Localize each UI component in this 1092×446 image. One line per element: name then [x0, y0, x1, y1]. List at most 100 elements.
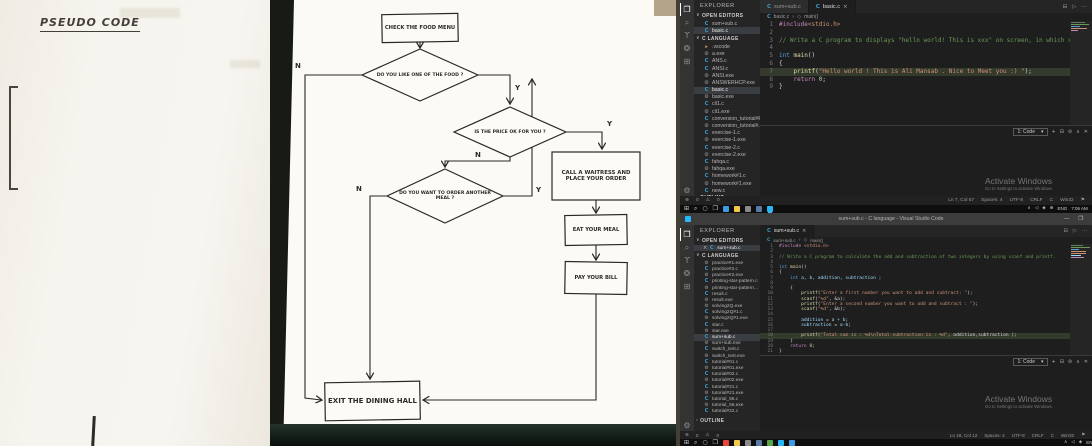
eol[interactable]: CRLF: [1032, 433, 1044, 438]
kill-terminal-icon[interactable]: ⊘: [1068, 129, 1072, 135]
app-icon[interactable]: [789, 440, 795, 446]
tab-sum-sub[interactable]: Csum+sub.c: [760, 0, 809, 13]
more-actions-icon[interactable]: ⋯: [1082, 4, 1088, 10]
warnings-icon[interactable]: ⚠: [705, 433, 709, 438]
tray-chevron-icon[interactable]: ∧: [1064, 440, 1067, 445]
outline-section-header[interactable]: ›OUTLINE: [694, 416, 760, 425]
tab-sum-sub[interactable]: Csum+sub.c×: [760, 225, 814, 237]
language-mode[interactable]: C: [1051, 433, 1054, 438]
cursor-position[interactable]: Ln 7, Col 67: [948, 198, 974, 203]
file-tree-item[interactable]: Cconversion_tutorial#P...: [694, 115, 760, 122]
folder-section-header[interactable]: ∨C LANGUAGE: [694, 251, 760, 260]
eol[interactable]: CRLF: [1030, 198, 1043, 203]
run-icon[interactable]: ▷: [1072, 4, 1076, 10]
file-tree-item[interactable]: ⚙exercise-1.exe: [694, 137, 760, 144]
file-tree-item[interactable]: Ctutorial#22.c: [694, 409, 760, 415]
volume-icon[interactable]: ◁: [1071, 440, 1074, 445]
bell-icon[interactable]: ⚑: [1081, 198, 1085, 203]
language-indicator[interactable]: ENG: [1057, 206, 1067, 211]
file-tree-item[interactable]: ⚙conversion_tutorial#...: [694, 122, 760, 129]
taskbar-search-icon[interactable]: ⌕: [694, 205, 697, 213]
file-tree-item[interactable]: ⚙printing-star-pattern...: [694, 285, 760, 291]
open-editors-header[interactable]: ∨OPEN EDITORS: [694, 11, 760, 20]
tab-basic[interactable]: Cbasic.c×: [809, 0, 856, 13]
close-panel-icon[interactable]: ✕: [1084, 359, 1088, 365]
platform[interactable]: Win32: [1061, 433, 1074, 438]
chrome-icon[interactable]: [723, 440, 729, 446]
clock[interactable]: 7:06 AM: [1071, 206, 1088, 211]
split-editor-icon[interactable]: ⊟: [1063, 4, 1068, 10]
app-icon[interactable]: [756, 206, 762, 212]
explorer-icon[interactable]: ❐: [680, 228, 694, 241]
code-editor[interactable]: 1#include<stdio.h>23// Write a C program…: [760, 21, 1070, 125]
debug-icon[interactable]: ❂: [680, 267, 694, 280]
task-view-icon[interactable]: ❐: [713, 439, 718, 446]
vscode-taskbar-icon[interactable]: [778, 440, 784, 446]
minimap[interactable]: [1070, 244, 1092, 355]
cortana-icon[interactable]: ○: [702, 439, 707, 446]
terminal-select[interactable]: 1: Code▾: [1013, 128, 1047, 136]
run-icon[interactable]: ▷: [1073, 228, 1077, 234]
terminal-select[interactable]: 1: Code▾: [1013, 358, 1047, 366]
search-icon[interactable]: ⌕: [680, 241, 694, 254]
file-tree-item[interactable]: Cexercise-1.c: [694, 130, 760, 137]
file-tree-item[interactable]: ⚙ANSWERHCP.exe: [694, 79, 760, 86]
errors-icon[interactable]: ⊗: [685, 198, 689, 203]
close-icon[interactable]: ×: [703, 245, 707, 251]
encoding[interactable]: UTF-8: [1009, 198, 1023, 203]
file-tree-item[interactable]: Cexercise-2.c: [694, 144, 760, 151]
debug-icon[interactable]: ❂: [680, 42, 694, 55]
extensions-icon[interactable]: ⊞: [680, 55, 694, 68]
file-tree-item[interactable]: ⚙ANSI.exe: [694, 72, 760, 79]
source-control-icon[interactable]: ϒ: [680, 254, 694, 267]
file-tree-item[interactable]: CANS.c: [694, 58, 760, 65]
file-tree-item[interactable]: ⚙basic.exe: [694, 94, 760, 101]
file-tree-item[interactable]: Cbasic.c: [694, 87, 760, 94]
platform[interactable]: Win32: [1060, 198, 1074, 203]
maximize-panel-icon[interactable]: ∧: [1076, 359, 1080, 365]
edge-icon[interactable]: [723, 206, 729, 212]
network-icon[interactable]: ◈: [1079, 440, 1082, 445]
indentation[interactable]: Spaces: 4: [981, 198, 1002, 203]
vscode-taskbar-icon[interactable]: [767, 206, 773, 212]
new-terminal-icon[interactable]: +: [1052, 359, 1056, 365]
more-actions-icon[interactable]: ⋯: [1082, 228, 1087, 234]
bell-icon[interactable]: ⚑: [1081, 433, 1085, 438]
file-tree-item[interactable]: ▸.vscode: [694, 43, 760, 50]
extensions-icon[interactable]: ⊞: [680, 280, 694, 293]
close-icon[interactable]: ×: [802, 228, 806, 234]
open-editors-header[interactable]: ∨OPEN EDITORS: [694, 236, 760, 245]
task-view-icon[interactable]: ❐: [713, 205, 718, 212]
app-icon[interactable]: [767, 440, 773, 446]
file-tree-item[interactable]: Cprinting-star-pattern.c: [694, 279, 760, 285]
close-panel-icon[interactable]: ✕: [1084, 129, 1088, 135]
file-tree-item[interactable]: Chomework#1.c: [694, 173, 760, 180]
split-terminal-icon[interactable]: ⊟: [1060, 129, 1064, 135]
errors-icon[interactable]: ⊗: [685, 433, 689, 438]
start-button[interactable]: ⊞: [684, 439, 689, 446]
file-tree-item[interactable]: ⚙homework#1.exe: [694, 180, 760, 187]
tray-chevron-icon[interactable]: ∧: [1027, 206, 1030, 211]
file-tree-item[interactable]: ⚙cli1.exe: [694, 108, 760, 115]
warnings-icon[interactable]: ⚠: [706, 198, 710, 203]
file-tree-item[interactable]: ⚙a.exe: [694, 51, 760, 58]
search-icon[interactable]: ⌕: [680, 16, 694, 29]
volume-icon[interactable]: ◁: [1035, 206, 1038, 211]
minimap[interactable]: [1070, 21, 1092, 125]
breadcrumb[interactable]: C basic.c › ◇ main(): [760, 13, 1092, 21]
globe-icon[interactable]: ⊕: [1050, 206, 1054, 211]
app-icon[interactable]: [745, 440, 751, 446]
split-editor-icon[interactable]: ⊟: [1063, 228, 1067, 234]
start-button[interactable]: ⊞: [684, 205, 689, 212]
kill-terminal-icon[interactable]: ⊘: [1068, 359, 1072, 365]
file-explorer-icon[interactable]: [734, 206, 740, 212]
file-tree-item[interactable]: CANSI.c: [694, 65, 760, 72]
indentation[interactable]: Spaces: 4: [984, 433, 1004, 438]
file-tree-item[interactable]: Cfahqa.c: [694, 158, 760, 165]
breadcrumb[interactable]: C sum+sub.c › ◇ main(): [760, 237, 1092, 244]
close-icon[interactable]: ×: [843, 4, 848, 10]
source-control-icon[interactable]: ϒ: [680, 29, 694, 42]
language-mode[interactable]: C: [1050, 198, 1053, 203]
cortana-icon[interactable]: ○: [702, 205, 707, 212]
restore-icon[interactable]: ❐: [1078, 216, 1083, 222]
